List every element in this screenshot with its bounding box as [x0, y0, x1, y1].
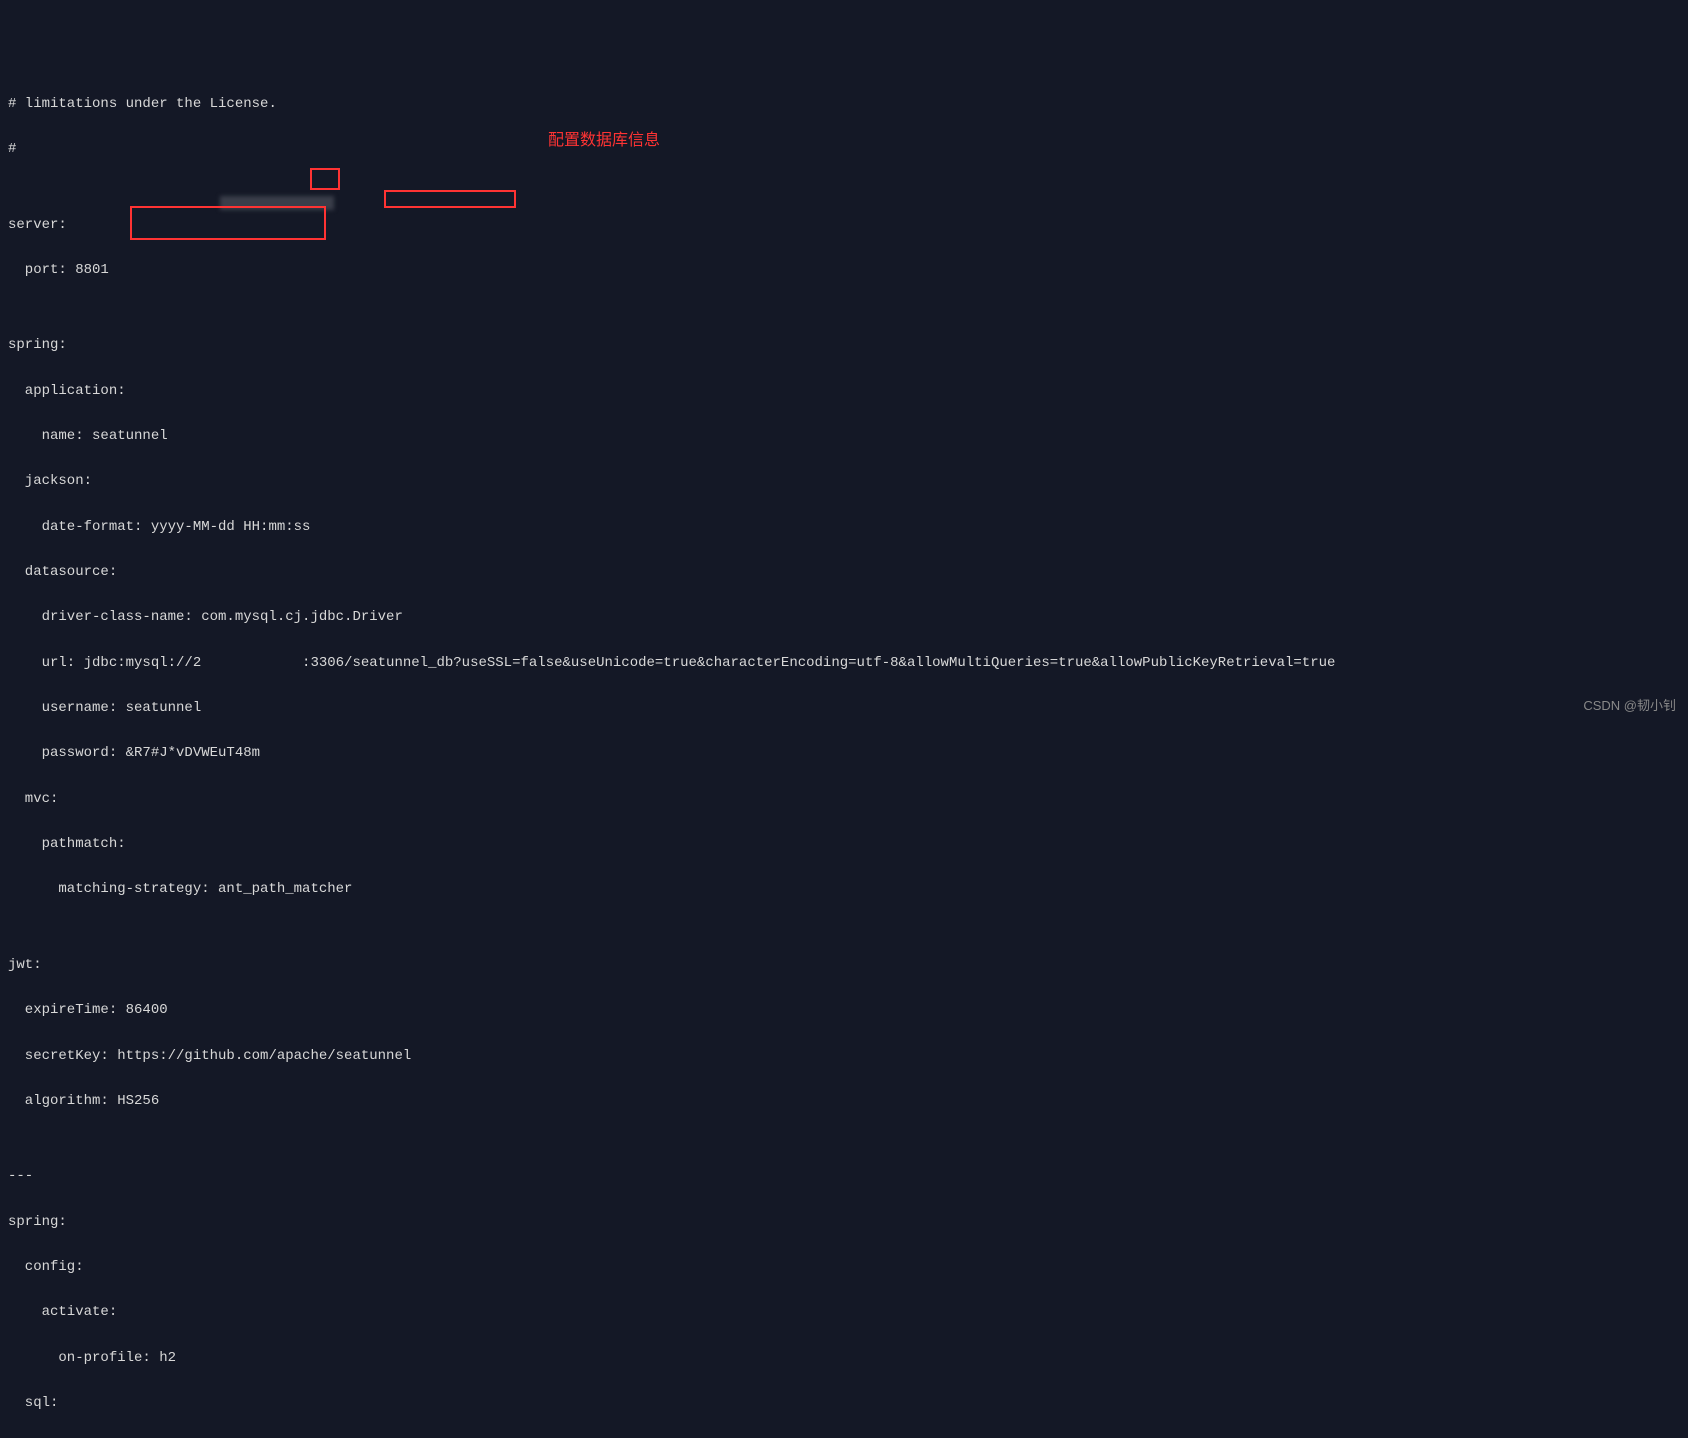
- code-line: username: seatunnel: [8, 701, 1680, 716]
- code-line: spring:: [8, 1215, 1680, 1230]
- code-line: # limitations under the License.: [8, 97, 1680, 112]
- code-line: date-format: yyyy-MM-dd HH:mm:ss: [8, 520, 1680, 535]
- code-line: server:: [8, 218, 1680, 233]
- code-line: driver-class-name: com.mysql.cj.jdbc.Dri…: [8, 610, 1680, 625]
- code-line: mvc:: [8, 792, 1680, 807]
- code-line: pathmatch:: [8, 837, 1680, 852]
- code-line: name: seatunnel: [8, 429, 1680, 444]
- code-line: secretKey: https://github.com/apache/sea…: [8, 1049, 1680, 1064]
- code-line: url: jdbc:mysql://2 :3306/seatunnel_db?u…: [8, 656, 1680, 671]
- code-line: ---: [8, 1169, 1680, 1184]
- code-line: port: 8801: [8, 263, 1680, 278]
- code-line: activate:: [8, 1305, 1680, 1320]
- code-line: on-profile: h2: [8, 1351, 1680, 1366]
- code-line: sql:: [8, 1396, 1680, 1411]
- code-line: datasource:: [8, 565, 1680, 580]
- code-line: spring:: [8, 338, 1680, 353]
- watermark: CSDN @韧小钊: [1583, 699, 1676, 713]
- code-line: matching-strategy: ant_path_matcher: [8, 882, 1680, 897]
- code-line: algorithm: HS256: [8, 1094, 1680, 1109]
- code-container: # limitations under the License. # serve…: [8, 66, 1680, 1438]
- code-line: config:: [8, 1260, 1680, 1275]
- code-line: #: [8, 142, 1680, 157]
- code-line: jwt:: [8, 958, 1680, 973]
- code-line: jackson:: [8, 474, 1680, 489]
- code-line: expireTime: 86400: [8, 1003, 1680, 1018]
- annotation-label: 配置数据库信息: [548, 132, 660, 149]
- code-line: password: &R7#J*vDVWEuT48m: [8, 746, 1680, 761]
- code-line: application:: [8, 384, 1680, 399]
